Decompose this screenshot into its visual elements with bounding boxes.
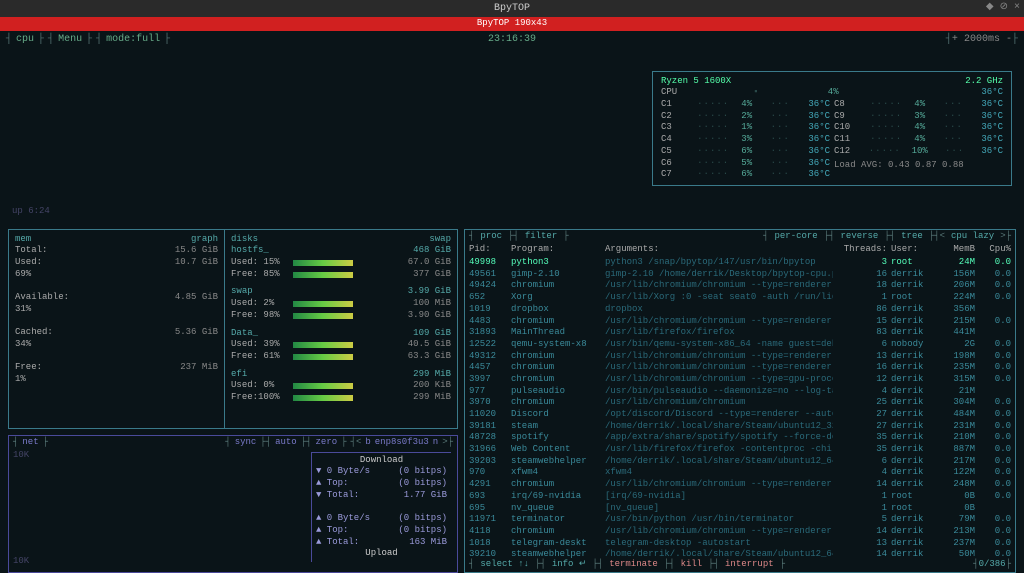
proc-row[interactable]: 49312 chromium /usr/lib/chromium/chromiu… bbox=[465, 351, 1015, 363]
proc-panel: ┤proc├┤ filter├ ┤per-core├┤ reverse├┤ tr… bbox=[464, 229, 1016, 573]
window-subtitle: BpyTOP 190x43 bbox=[0, 17, 1024, 31]
top-menu-bar: ┤cpu├ ┤Menu├ ┤mode:full├ 23:16:39 ┤+ 200… bbox=[0, 31, 1024, 48]
proc-row[interactable]: 977 pulseaudio /usr/bin/pulseaudio --dae… bbox=[465, 386, 1015, 398]
proc-row[interactable]: 1019 dropbox dropbox 86 derrik 356M bbox=[465, 304, 1015, 316]
proc-row[interactable]: 39203 steamwebhelper /home/derrik/.local… bbox=[465, 456, 1015, 468]
cpu-panel: Ryzen 5 1600X 2.2 GHz CPU ▪ 4% 36°C C1··… bbox=[652, 71, 1012, 186]
proc-terminate[interactable]: terminate bbox=[609, 559, 658, 571]
clock: 23:16:39 bbox=[488, 33, 536, 46]
proc-pager: 0/386 bbox=[979, 559, 1006, 569]
proc-row[interactable]: 4457 chromium /usr/lib/chromium/chromium… bbox=[465, 362, 1015, 374]
proc-row[interactable]: 49424 chromium /usr/lib/chromium/chromiu… bbox=[465, 280, 1015, 292]
proc-kill[interactable]: kill bbox=[681, 559, 703, 571]
net-auto-button[interactable]: auto bbox=[275, 437, 297, 449]
proc-row[interactable]: 11020 Discord /opt/discord/Discord --typ… bbox=[465, 409, 1015, 421]
proc-row[interactable]: 695 nv_queue [nv_queue] 1 root 0B bbox=[465, 503, 1015, 515]
mode-button[interactable]: mode:full bbox=[106, 33, 160, 46]
proc-row[interactable]: 31893 MainThread /usr/lib/firefox/firefo… bbox=[465, 327, 1015, 339]
cpu-core-line: C4·····3%···36°C bbox=[661, 134, 830, 146]
proc-row[interactable]: 39181 steam /home/derrik/.local/share/St… bbox=[465, 421, 1015, 433]
proc-row[interactable]: 12522 qemu-system-x8 /usr/bin/qemu-syste… bbox=[465, 339, 1015, 351]
cpu-core-line: C11·····4%···36°C bbox=[834, 134, 1003, 146]
menu-button[interactable]: Menu bbox=[58, 33, 82, 46]
cpu-core-line: C2·····2%···36°C bbox=[661, 111, 830, 123]
mem-disk-panel: memgraph Total:15.6 GiB Used:10.7 GiB 69… bbox=[8, 229, 458, 429]
proc-header: Pid: Program: Arguments: Threads: User: … bbox=[465, 243, 1015, 257]
proc-reverse-button[interactable]: reverse bbox=[841, 231, 879, 243]
cpu-tab-button[interactable]: cpu bbox=[16, 33, 34, 46]
proc-row[interactable]: 1018 telegram-deskt telegram-desktop -au… bbox=[465, 538, 1015, 550]
net-stats: Download ▼ 0 Byte/s(0 bitps)▲ Top:(0 bit… bbox=[311, 452, 451, 562]
uptime: up 6:24 bbox=[12, 206, 50, 218]
proc-percore-button[interactable]: per-core bbox=[775, 231, 818, 243]
proc-sort-button[interactable]: cpu lazy bbox=[951, 231, 994, 243]
load-avg: Load AVG: 0.43 0.87 0.88 bbox=[834, 160, 1003, 172]
net-iface: enp8s0f3u3 bbox=[375, 437, 429, 449]
net-panel: ┤net├ ┤ sync├┤ auto├┤ zero├ ┤<b enp8s0f3… bbox=[8, 435, 458, 573]
cpu-core-line: C10·····4%···36°C bbox=[834, 122, 1003, 134]
proc-row[interactable]: 31966 Web Content /usr/lib/firefox/firef… bbox=[465, 444, 1015, 456]
interval-value: 2000ms bbox=[964, 34, 1000, 45]
cpu-core-line: C3·····1%···36°C bbox=[661, 122, 830, 134]
proc-row[interactable]: 49998 python3 python3 /snap/bpytop/147/u… bbox=[465, 257, 1015, 269]
proc-row[interactable]: 4291 chromium /usr/lib/chromium/chromium… bbox=[465, 479, 1015, 491]
window-title: BpyTOP bbox=[494, 3, 530, 14]
cpu-core-line: C8·····4%···36°C bbox=[834, 99, 1003, 111]
proc-row[interactable]: 11971 terminator /usr/bin/python /usr/bi… bbox=[465, 514, 1015, 526]
proc-tree-button[interactable]: tree bbox=[901, 231, 923, 243]
net-sync-button[interactable]: sync bbox=[235, 437, 257, 449]
cpu-core-line: C7·····6%···36°C bbox=[661, 169, 830, 181]
cpu-core-line: C9·····3%···36°C bbox=[834, 111, 1003, 123]
net-zero-button[interactable]: zero bbox=[316, 437, 338, 449]
disk-item: Data_109 GiB Used: 39%40.5 GiB Free: 61%… bbox=[231, 328, 451, 363]
disk-item: efi299 MiB Used: 0%200 KiB Free:100%299 … bbox=[231, 369, 451, 404]
cpu-ghz: 2.2 GHz bbox=[965, 76, 1003, 88]
disk-item: hostfs_468 GiB Used: 15%67.0 GiB Free: 8… bbox=[231, 245, 451, 280]
proc-row[interactable]: 693 irq/69-nvidia [irq/69-nvidia] 1 root… bbox=[465, 491, 1015, 503]
proc-info[interactable]: info ↵ bbox=[552, 559, 587, 571]
proc-row[interactable]: 652 Xorg /usr/lib/Xorg :0 -seat seat0 -a… bbox=[465, 292, 1015, 304]
proc-row[interactable]: 970 xfwm4 xfwm4 4 derrik 122M 0.0 bbox=[465, 467, 1015, 479]
proc-select[interactable]: select ↑↓ bbox=[480, 559, 529, 571]
interval-plus-button[interactable]: + bbox=[952, 34, 958, 45]
proc-row[interactable]: 48728 spotify /app/extra/share/spotify/s… bbox=[465, 432, 1015, 444]
disk-item: swap3.99 GiB Used: 2%100 MiB Free: 98%3.… bbox=[231, 286, 451, 321]
proc-row[interactable]: 4118 chromium /usr/lib/chromium/chromium… bbox=[465, 526, 1015, 538]
proc-row[interactable]: 3970 chromium /usr/lib/chromium/chromium… bbox=[465, 397, 1015, 409]
proc-row[interactable]: 4483 chromium /usr/lib/chromium/chromium… bbox=[465, 316, 1015, 328]
cpu-core-line: C5·····6%···36°C bbox=[661, 146, 830, 158]
cpu-core-line: C12·····10%···36°C bbox=[834, 146, 1003, 158]
cpu-core-line: C1·····4%···36°C bbox=[661, 99, 830, 111]
proc-row[interactable]: 3997 chromium /usr/lib/chromium/chromium… bbox=[465, 374, 1015, 386]
cpu-name: Ryzen 5 1600X bbox=[661, 76, 731, 88]
window-titlebar: BpyTOP ◆ ⊘ × bbox=[0, 0, 1024, 17]
proc-row[interactable]: 49561 gimp-2.10 gimp-2.10 /home/derrik/D… bbox=[465, 269, 1015, 281]
proc-filter-button[interactable]: filter bbox=[525, 231, 557, 243]
proc-interrupt[interactable]: interrupt bbox=[725, 559, 774, 571]
cpu-core-line: C6·····5%···36°C bbox=[661, 158, 830, 170]
window-controls[interactable]: ◆ ⊘ × bbox=[986, 1, 1020, 14]
